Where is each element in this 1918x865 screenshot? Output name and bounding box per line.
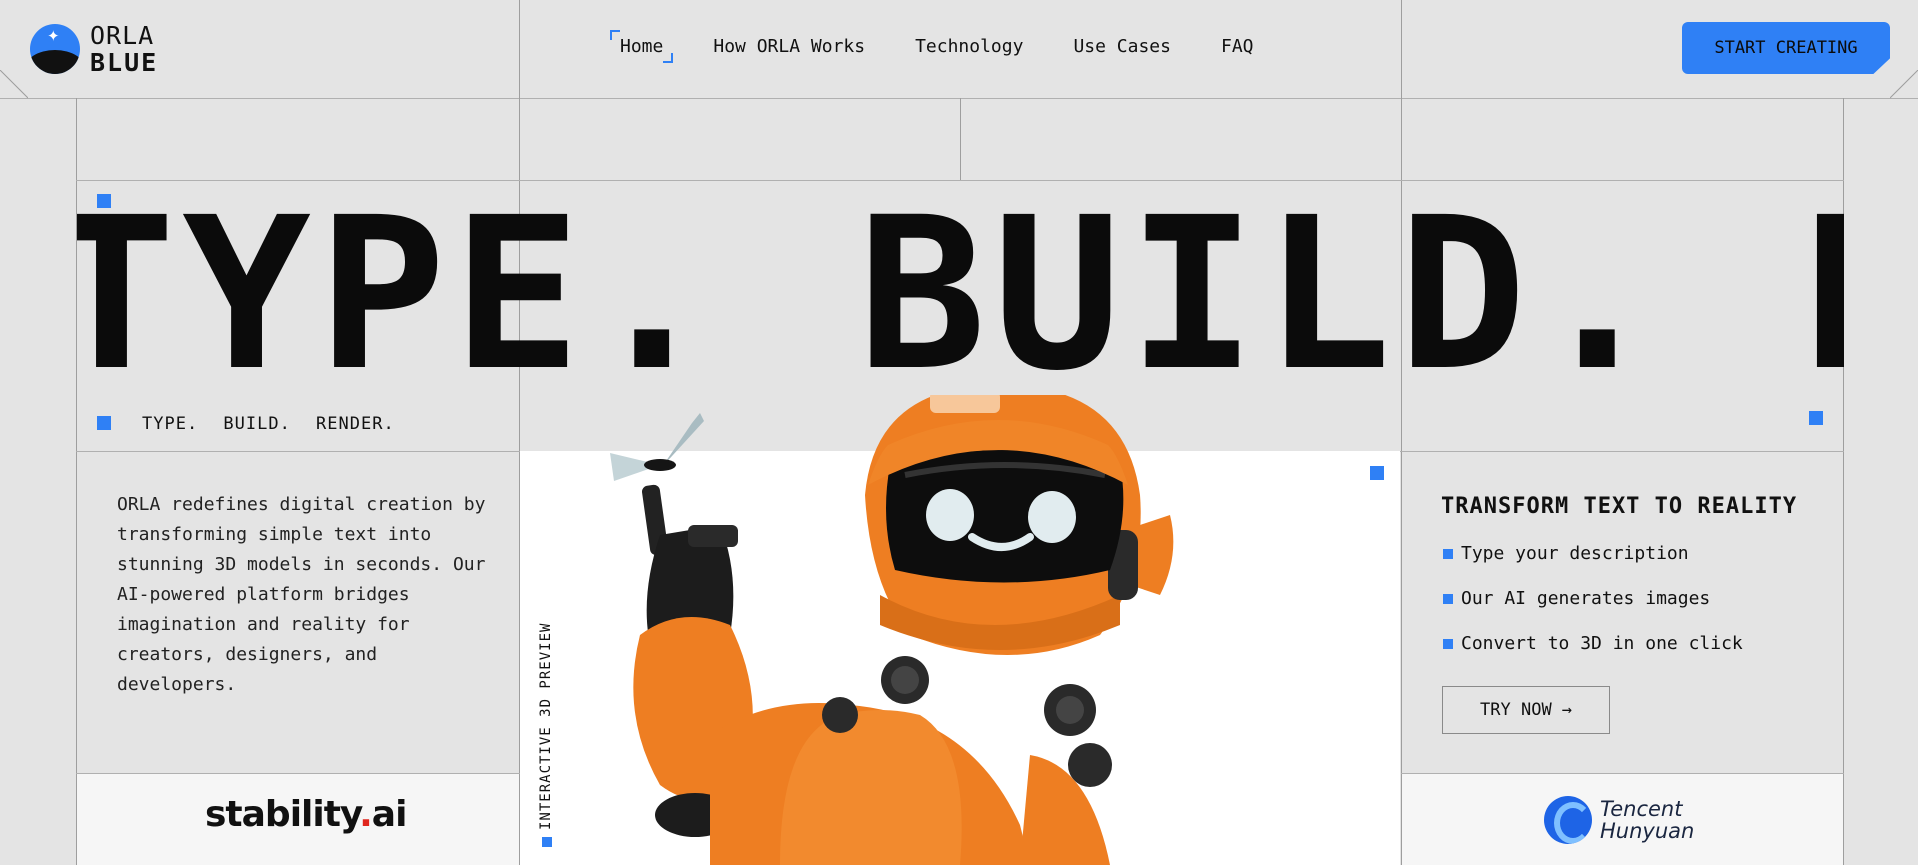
brand-logo[interactable]: ✦ ORLA BLUE <box>28 22 188 78</box>
hero-description: ORLA redefines digital creation by trans… <box>117 494 486 695</box>
sparkle-icon: ✦ <box>47 27 60 45</box>
hunyuan-line-2: Hunyuan <box>1600 819 1695 843</box>
brand-wordmark: ORLA BLUE <box>90 22 158 76</box>
stability-ai-logo[interactable]: stability.ai <box>205 794 408 835</box>
stability-suffix: ai <box>371 794 408 835</box>
grid-line <box>960 98 961 180</box>
grid-line <box>76 180 1844 181</box>
grid-line <box>1401 0 1402 865</box>
feature-step: Convert to 3D in one click <box>1441 630 1743 675</box>
nav-how-orla-works[interactable]: How ORLA Works <box>713 36 865 57</box>
feature-step-text: Type your description <box>1461 543 1689 564</box>
bullet-icon <box>1443 549 1453 559</box>
hunyuan-line-1: Tencent <box>1600 797 1683 821</box>
corner-bevel-right <box>1890 70 1918 99</box>
accent-square <box>1809 411 1823 425</box>
stability-name: stability <box>205 794 360 835</box>
corner-bevel-left <box>0 70 28 99</box>
feature-step-text: Our AI generates images <box>1461 588 1711 609</box>
feature-steps: Type your description Our AI generates i… <box>1441 540 1743 675</box>
nav-use-cases[interactable]: Use Cases <box>1073 36 1171 57</box>
stability-dot: . <box>359 794 373 835</box>
main-nav: Home How ORLA Works Technology Use Cases… <box>609 30 1304 63</box>
feature-step: Our AI generates images <box>1441 585 1743 630</box>
hero-marquee: TYPE. BUILD. RENDER. <box>77 200 1844 390</box>
nav-home[interactable]: Home <box>609 30 674 63</box>
start-creating-button[interactable]: START CREATING <box>1682 22 1890 74</box>
nav-technology[interactable]: Technology <box>915 36 1023 57</box>
hero-tagline: TYPE. BUILD. RENDER. <box>142 414 395 434</box>
accent-square <box>97 194 111 208</box>
butterfly-icon <box>610 413 704 481</box>
bullet-icon <box>1443 594 1453 604</box>
try-now-button[interactable]: TRY NOW → <box>1442 686 1610 734</box>
hunyuan-logo-icon <box>1544 796 1592 844</box>
feature-step-text: Convert to 3D in one click <box>1461 633 1743 654</box>
try-now-label: TRY NOW <box>1480 700 1552 720</box>
accent-square <box>542 837 552 847</box>
accent-square <box>1370 466 1384 480</box>
robot-illustration[interactable] <box>600 395 1180 865</box>
feature-step: Type your description <box>1441 540 1743 585</box>
header-divider <box>0 98 1918 99</box>
bullet-icon <box>1443 639 1453 649</box>
preview-label: INTERACTIVE 3D PREVIEW <box>538 622 554 830</box>
marquee-text: TYPE. BUILD. RENDER. <box>77 200 1844 390</box>
brand-line-1: ORLA <box>90 21 155 50</box>
tencent-hunyuan-logo[interactable]: Tencent Hunyuan <box>1600 798 1694 842</box>
feature-title: TRANSFORM TEXT TO REALITY <box>1441 494 1798 519</box>
brand-line-2: BLUE <box>90 48 159 77</box>
nav-faq[interactable]: FAQ <box>1221 36 1254 57</box>
arrow-right-icon: → <box>1561 700 1572 720</box>
accent-square <box>97 416 111 430</box>
